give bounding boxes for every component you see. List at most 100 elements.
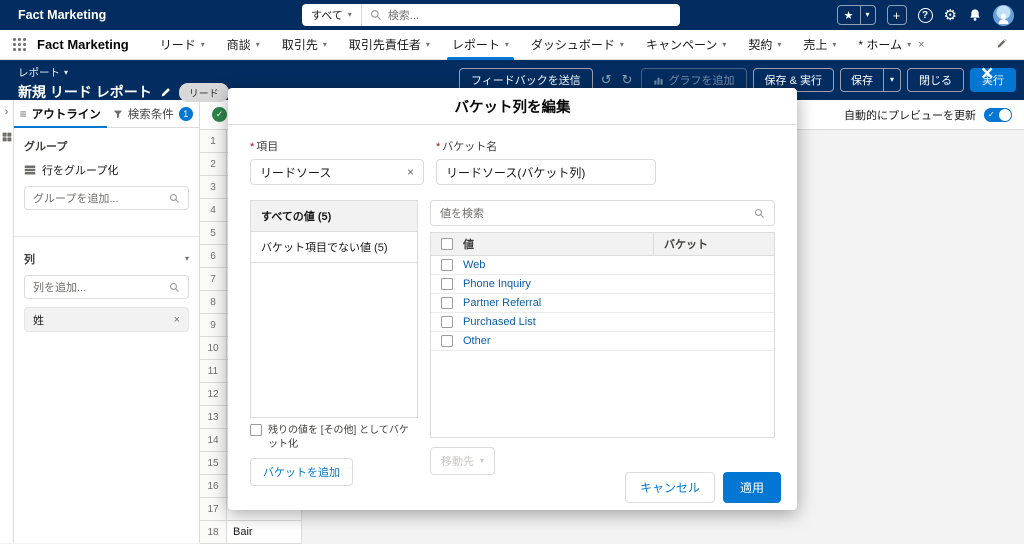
notifications-bell-icon[interactable] xyxy=(968,8,982,22)
table-row: Other xyxy=(431,332,774,351)
nav-item-dashboards[interactable]: ダッシュボード xyxy=(520,30,635,60)
value-column-header: 値 xyxy=(463,239,474,251)
values-table: 値 バケット Web Phone Inquiry Partner Referra… xyxy=(430,232,775,438)
chevron-down-icon xyxy=(348,11,352,19)
value-link[interactable]: Phone Inquiry xyxy=(463,278,531,290)
value-search-input[interactable]: 値を検索 xyxy=(430,200,775,226)
chart-icon xyxy=(653,77,663,85)
chevron-down-icon xyxy=(256,41,260,49)
nav-item-home-temp[interactable]: * ホーム xyxy=(847,30,935,60)
global-actions-icon[interactable] xyxy=(886,5,907,25)
row-checkbox[interactable] xyxy=(441,278,453,290)
outline-panel: アウトライン 検索条件 1 グループ 行をグループ化 グループを追加... 列 … xyxy=(14,100,200,543)
bucket-edit-modal: バケット列を編集 項目 リードソース バケット名 リードソース(バケット列) す… xyxy=(228,88,797,510)
row-checkbox[interactable] xyxy=(441,316,453,328)
fields-panel-rail xyxy=(0,100,14,543)
bucket-name-label: バケット名 xyxy=(436,138,656,154)
value-link[interactable]: Partner Referral xyxy=(463,297,541,309)
search-input[interactable]: 検索... xyxy=(388,7,419,23)
list-item-unbucketed[interactable]: バケット項目でない値 (5) xyxy=(251,232,417,263)
nav-item-accounts[interactable]: 取引先 xyxy=(271,30,338,60)
search-icon xyxy=(370,9,382,21)
clear-field-icon[interactable] xyxy=(407,165,414,179)
apply-button[interactable]: 適用 xyxy=(722,471,781,503)
nav-item-campaigns[interactable]: キャンペーン xyxy=(635,30,737,60)
row-checkbox[interactable] xyxy=(441,335,453,347)
group-rows-item[interactable]: 行をグループ化 xyxy=(24,162,189,178)
field-input[interactable]: リードソース xyxy=(250,159,424,185)
nav-item-revenue[interactable]: 売上 xyxy=(792,30,847,60)
auto-update-toggle[interactable] xyxy=(984,107,1012,122)
app-launcher-icon[interactable] xyxy=(13,37,27,52)
tab-outline[interactable]: アウトライン xyxy=(14,100,107,128)
bucket-remaining-checkbox[interactable] xyxy=(250,424,262,436)
filters-count-badge: 1 xyxy=(178,106,193,121)
object-badge: リード xyxy=(178,82,229,102)
modal-title: バケット列を編集 xyxy=(228,88,797,125)
setup-gear-icon[interactable] xyxy=(944,8,957,23)
header-utilities xyxy=(836,0,1014,30)
row-checkbox[interactable] xyxy=(441,259,453,271)
select-all-checkbox[interactable] xyxy=(441,238,453,250)
columns-menu-chevron-icon[interactable] xyxy=(185,255,189,263)
columns-section-label: 列 xyxy=(24,254,35,266)
row-checkbox[interactable] xyxy=(441,297,453,309)
close-tab-icon[interactable] xyxy=(918,39,924,51)
column-chip-lastname[interactable]: 姓 xyxy=(24,307,189,332)
table-row: Web xyxy=(431,256,774,275)
search-icon xyxy=(169,193,180,204)
bucket-name-input[interactable]: リードソース(バケット列) xyxy=(436,159,656,185)
row-number: 7 xyxy=(200,268,227,291)
nav-edit-pencil-icon[interactable] xyxy=(996,38,1008,51)
nav-item-contracts[interactable]: 契約 xyxy=(737,30,792,60)
expand-panel-chevron-icon[interactable] xyxy=(5,106,9,118)
row-number: 1 xyxy=(200,130,227,153)
page-title: 新規 リード レポート xyxy=(18,84,152,100)
nav-item-opportunities[interactable]: 商談 xyxy=(216,30,271,60)
row-number: 5 xyxy=(200,222,227,245)
close-report-button[interactable]: 閉じる xyxy=(907,68,964,92)
divider xyxy=(14,236,199,237)
help-icon[interactable] xyxy=(917,7,933,23)
save-menu-button[interactable] xyxy=(882,69,900,91)
fields-panel-icon[interactable] xyxy=(2,132,12,142)
add-column-input[interactable]: 列を追加... xyxy=(24,275,189,299)
row-number: 8 xyxy=(200,291,227,314)
remove-column-icon[interactable] xyxy=(174,314,180,326)
chevron-down-icon xyxy=(866,11,870,19)
global-search-box[interactable]: すべて 検索... xyxy=(302,4,680,26)
chevron-down-icon xyxy=(426,41,430,49)
modal-close-icon[interactable] xyxy=(981,63,993,84)
values-filter-list: すべての値 (5) バケット項目でない値 (5) xyxy=(250,200,418,418)
row-number: 6 xyxy=(200,245,227,268)
redo-icon[interactable]: ↻ xyxy=(620,72,635,88)
bucket-column-header: バケット xyxy=(653,233,774,255)
favorites-star-icon[interactable] xyxy=(838,9,860,22)
table-row: 18 Bair xyxy=(200,521,1024,544)
value-link[interactable]: Purchased List xyxy=(463,316,536,328)
tab-filters[interactable]: 検索条件 1 xyxy=(107,100,200,127)
search-icon xyxy=(754,208,765,219)
chevron-down-icon xyxy=(201,41,205,49)
nav-item-leads[interactable]: リード xyxy=(149,30,216,60)
nav-item-contacts[interactable]: 取引先責任者 xyxy=(338,30,441,60)
user-avatar[interactable] xyxy=(993,4,1014,26)
global-header: Fact Marketing すべて 検索... xyxy=(0,0,1024,30)
table-row: Phone Inquiry xyxy=(431,275,774,294)
search-scope-dropdown[interactable]: すべて xyxy=(302,4,362,26)
breadcrumb[interactable]: レポート xyxy=(18,65,229,80)
value-link[interactable]: Other xyxy=(463,335,491,347)
favorites-dropdown[interactable] xyxy=(859,6,875,24)
edit-title-pencil-icon[interactable] xyxy=(160,87,171,98)
undo-icon[interactable]: ↺ xyxy=(599,72,614,88)
grid-cell: Bair xyxy=(227,521,302,544)
row-number: 2 xyxy=(200,153,227,176)
nav-item-reports[interactable]: レポート xyxy=(441,30,520,60)
list-item-all-values[interactable]: すべての値 (5) xyxy=(251,201,417,232)
save-button[interactable]: 保存 xyxy=(841,69,883,91)
chevron-down-icon xyxy=(832,41,836,49)
value-link[interactable]: Web xyxy=(463,259,485,271)
favorites-control xyxy=(836,5,876,25)
add-group-input[interactable]: グループを追加... xyxy=(24,186,189,210)
cancel-button[interactable]: キャンセル xyxy=(624,471,715,503)
